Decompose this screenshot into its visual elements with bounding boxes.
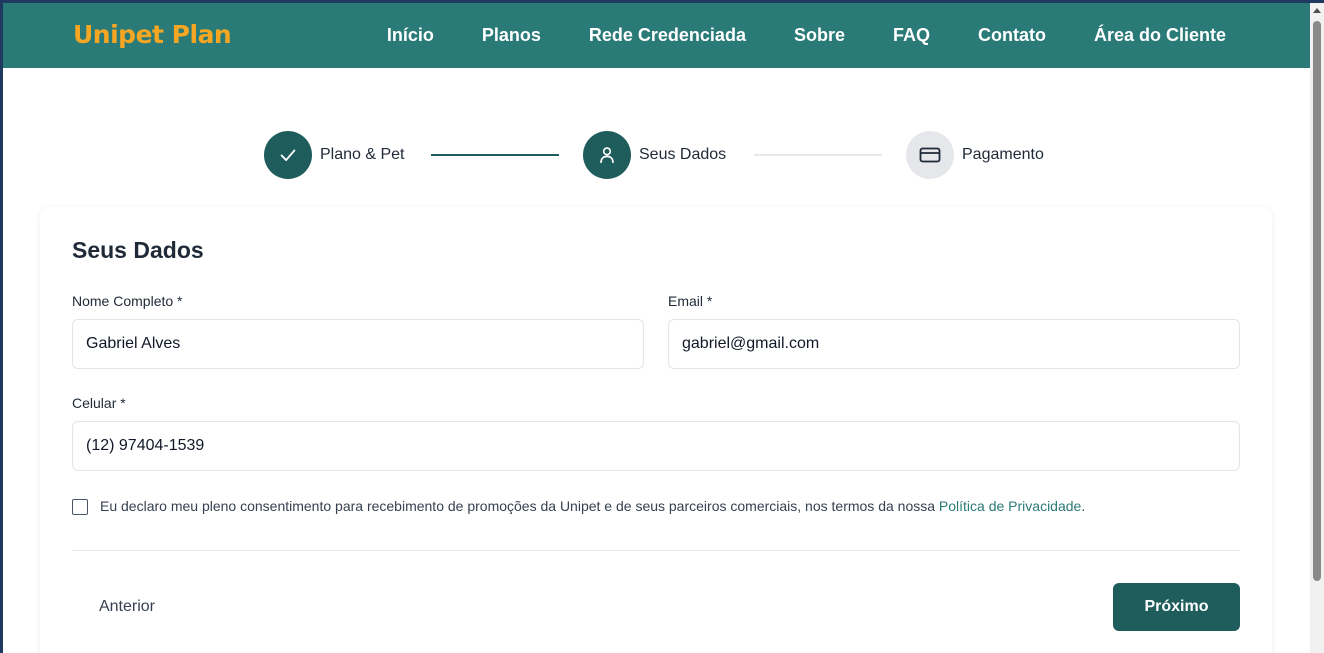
form-divider bbox=[72, 550, 1240, 551]
scrollbar-thumb[interactable] bbox=[1313, 21, 1321, 581]
main-nav: Início Planos Rede Credenciada Sobre FAQ… bbox=[387, 3, 1226, 68]
previous-button[interactable]: Anterior bbox=[72, 583, 182, 631]
full-name-label: Nome Completo * bbox=[72, 293, 183, 309]
step-1-circle bbox=[264, 131, 312, 179]
nav-item-area-do-cliente[interactable]: Área do Cliente bbox=[1094, 25, 1226, 46]
nav-item-rede-credenciada[interactable]: Rede Credenciada bbox=[589, 25, 746, 46]
site-header: Unipet Plan Início Planos Rede Credencia… bbox=[3, 3, 1310, 68]
nav-item-faq[interactable]: FAQ bbox=[893, 25, 930, 46]
step-connector-1 bbox=[431, 154, 559, 156]
email-input[interactable] bbox=[668, 319, 1240, 369]
step-2-circle bbox=[583, 131, 631, 179]
site-logo[interactable]: Unipet Plan bbox=[73, 20, 232, 49]
privacy-policy-link[interactable]: Política de Privacidade bbox=[939, 498, 1081, 514]
vertical-scrollbar[interactable] bbox=[1310, 3, 1324, 653]
nav-item-planos[interactable]: Planos bbox=[482, 25, 541, 46]
user-icon bbox=[600, 147, 614, 164]
phone-input[interactable] bbox=[72, 421, 1240, 471]
full-name-input[interactable] bbox=[72, 319, 644, 369]
email-label: Email * bbox=[668, 293, 713, 309]
nav-item-contato[interactable]: Contato bbox=[978, 25, 1046, 46]
credit-card-icon bbox=[919, 147, 941, 163]
step-connector-2 bbox=[754, 154, 882, 156]
check-icon bbox=[280, 149, 296, 161]
step-3-label: Pagamento bbox=[962, 146, 1044, 163]
step-3-circle bbox=[906, 131, 954, 179]
window-frame-left bbox=[0, 0, 3, 653]
step-2-label: Seus Dados bbox=[639, 146, 727, 163]
next-button[interactable]: Próximo bbox=[1113, 583, 1240, 631]
consent-text-suffix: . bbox=[1081, 498, 1086, 514]
step-1-label: Plano & Pet bbox=[320, 146, 405, 163]
personal-data-card: Seus Dados Nome Completo * Email * Celul… bbox=[40, 207, 1272, 653]
nav-item-inicio[interactable]: Início bbox=[387, 25, 434, 46]
scroll-up-arrow-icon[interactable] bbox=[1313, 8, 1321, 13]
consent-checkbox[interactable] bbox=[72, 499, 88, 515]
nav-item-sobre[interactable]: Sobre bbox=[794, 25, 845, 46]
consent-text: Eu declaro meu pleno consentimento para … bbox=[100, 498, 1085, 514]
phone-label: Celular * bbox=[72, 395, 126, 411]
consent-text-body: Eu declaro meu pleno consentimento para … bbox=[100, 498, 939, 514]
form-title: Seus Dados bbox=[72, 237, 204, 263]
